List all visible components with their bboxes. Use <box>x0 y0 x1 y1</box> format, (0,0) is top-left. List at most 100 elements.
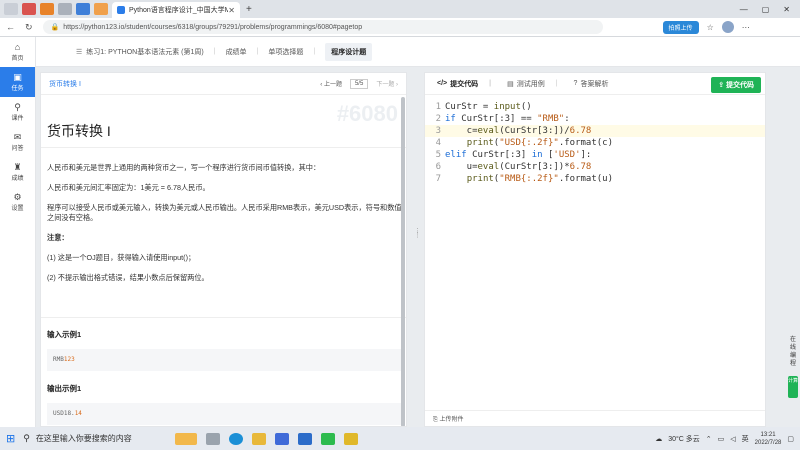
tab-favicon-orange2[interactable] <box>94 3 108 15</box>
chevron-right-icon: › <box>394 82 398 88</box>
photo-upload-button[interactable]: 拍照上传 <box>662 20 699 34</box>
line-number: 2 <box>435 114 441 124</box>
online-coding-tool[interactable]: 在线编程 <box>788 336 798 368</box>
close-tab-icon[interactable]: ✕ <box>228 6 235 15</box>
code-text: elif CurStr[:3] in ['USD']: <box>445 150 592 160</box>
next-problem-button[interactable]: 下一题 › <box>376 79 398 88</box>
taskbar-search[interactable]: ⚲ 在这里输入你要搜索的内容 <box>23 430 163 448</box>
task-view-icon[interactable] <box>206 432 221 445</box>
cortana-mascot-icon[interactable] <box>175 432 198 445</box>
code-area[interactable]: 1 CurStr = input() 2 if CurStr[:3] == "R… <box>425 101 765 185</box>
nav-exercise-title[interactable]: 练习1: PYTHON基本语法元素 (第1周) <box>86 47 203 57</box>
clock[interactable]: 13:21 2022/7/28 <box>755 431 782 447</box>
panel-resize-handle[interactable]: ⋮ ⋮ <box>414 228 421 239</box>
submit-code-button[interactable]: ⇪ 提交代码 <box>711 77 761 93</box>
tasks-icon: ▣ <box>13 72 22 82</box>
workspaces-icon[interactable] <box>4 3 18 15</box>
problem-scrollbar[interactable] <box>401 97 405 426</box>
prev-problem-button[interactable]: ‹ 上一题 <box>320 79 342 88</box>
tab-submit-code[interactable]: </> 提交代码 | <box>429 79 499 89</box>
page-indicator: 5/5 <box>349 78 369 89</box>
divider <box>41 317 406 318</box>
minimize-icon[interactable]: — <box>740 5 748 14</box>
problem-breadcrumb[interactable]: 货币转换 I <box>49 79 81 89</box>
sidebar-item-grades[interactable]: ♜ 成绩 <box>0 157 35 187</box>
tab-favicon-red[interactable] <box>22 3 36 15</box>
tab-test-cases[interactable]: ▤ 测试用例 | <box>499 79 565 89</box>
editor-footer: ⎘ 上传附件 <box>425 410 765 426</box>
network-icon[interactable]: ▭ <box>718 435 725 443</box>
nav-single-choice[interactable]: 单项选择题 <box>268 47 303 57</box>
code-line: 2 if CurStr[:3] == "RMB": <box>425 113 765 125</box>
tab-label: 答案解析 <box>580 80 609 88</box>
active-browser-tab[interactable]: Python语言程序设计_中国大学M ✕ <box>112 2 240 18</box>
address-bar: ← ↻ 🔒 https://python123.io/student/cours… <box>0 18 800 37</box>
close-window-icon[interactable]: ✕ <box>783 5 790 14</box>
mail-icon[interactable] <box>298 432 313 445</box>
system-tray: ☁ 30°C 多云 ⌃ ▭ ◁ 英 13:21 2022/7/28 ▢ <box>655 431 800 447</box>
courseware-icon: ⚲ <box>14 102 21 112</box>
url-field[interactable]: 🔒 https://python123.io/student/courses/6… <box>42 20 603 34</box>
wechat-icon[interactable] <box>321 432 336 445</box>
tab-separator: | <box>555 80 558 87</box>
tab-favicon-gray[interactable] <box>58 3 72 15</box>
code-text: c=eval(CurStr[3:])/6.78 <box>445 126 592 136</box>
weather-text[interactable]: 30°C 多云 <box>668 434 700 444</box>
notification-icon[interactable]: ▢ <box>787 435 794 443</box>
clock-time: 13:21 <box>760 431 776 438</box>
store-icon[interactable] <box>275 432 290 445</box>
problem-pager: ‹ 上一题 5/5 下一题 › <box>320 78 398 89</box>
edge-browser-icon[interactable] <box>229 432 244 445</box>
refresh-icon[interactable]: ↻ <box>25 22 33 33</box>
attachment-button[interactable]: ⎘ 上传附件 <box>433 414 463 424</box>
sidebar-item-label: 首页 <box>11 56 24 62</box>
favorites-icon[interactable]: ☆ <box>707 23 714 32</box>
sidebar-item-qa[interactable]: ✉ 问答 <box>0 127 35 157</box>
tab-favicon-blue[interactable] <box>76 3 90 15</box>
weather-icon: ☁ <box>655 435 663 443</box>
nav-separator: | <box>213 48 216 55</box>
volume-icon[interactable]: ◁ <box>730 435 735 443</box>
windows-start-icon[interactable]: ⊞ <box>6 432 15 445</box>
tab-favicon-orange[interactable] <box>40 3 54 15</box>
description-paragraph: 程序可以接受人民币或美元输入，转换为美元或人民币输出。人民币采用RMB表示，美元… <box>47 203 402 222</box>
code-text: print("USD{:.2f}".format(c) <box>466 138 613 148</box>
sidebar-item-home[interactable]: ⌂ 首页 <box>0 37 35 67</box>
back-icon[interactable]: ← <box>6 22 15 32</box>
calc-badge[interactable]: 计算 <box>788 376 798 398</box>
line-number: 4 <box>435 138 441 148</box>
python123-favicon-icon <box>117 6 125 14</box>
sidebar-item-courseware[interactable]: ⚲ 课件 <box>0 97 35 127</box>
more-menu-icon[interactable]: ⋯ <box>742 23 750 32</box>
description-paragraph: 人民币和美元间汇率固定为：1美元 = 6.78人民币。 <box>47 183 210 192</box>
problem-description: 人民币和美元是世界上通用的两种货币之一，写一个程序进行货币间币值转换，其中： 人… <box>47 163 402 293</box>
file-explorer-icon[interactable] <box>252 432 267 445</box>
sidebar-item-settings[interactable]: ⚙ 设置 <box>0 187 35 217</box>
new-tab-icon[interactable]: + <box>246 4 252 15</box>
divider <box>41 147 406 148</box>
active-tab-title: Python语言程序设计_中国大学M <box>129 7 229 14</box>
nav-separator: | <box>256 48 259 55</box>
upload-icon: ⇪ <box>718 82 726 89</box>
profile-avatar[interactable] <box>721 21 734 33</box>
search-icon: ⚲ <box>23 433 30 443</box>
tray-chevron-icon[interactable]: ⌃ <box>706 435 712 443</box>
tab-answer-analysis[interactable]: ? 答案解析 <box>566 79 617 89</box>
nav-programming[interactable]: 程序设计题 <box>325 42 373 61</box>
nav-gradebook[interactable]: 成绩单 <box>226 47 247 57</box>
code-text: u=eval(CurStr[3:])*6.78 <box>445 162 592 172</box>
line-number: 7 <box>435 174 441 184</box>
maximize-icon[interactable]: ▢ <box>762 5 770 14</box>
sidebar-item-label: 设置 <box>11 206 24 212</box>
app-yellow-icon[interactable] <box>344 432 359 445</box>
tab-separator: | <box>489 80 492 87</box>
test-cases-icon: ▤ <box>507 80 514 88</box>
nav-separator: | <box>313 48 316 55</box>
ime-indicator[interactable]: 英 <box>742 434 749 444</box>
sidebar-item-tasks[interactable]: ▣ 任务 <box>0 67 35 97</box>
sidebar-item-label: 课件 <box>11 116 24 122</box>
home-icon: ⌂ <box>14 42 21 52</box>
input-example-number: 123 <box>63 356 75 363</box>
problem-header: 货币转换 I ‹ 上一题 5/5 下一题 › <box>41 73 406 95</box>
code-line: 1 CurStr = input() <box>425 101 765 113</box>
